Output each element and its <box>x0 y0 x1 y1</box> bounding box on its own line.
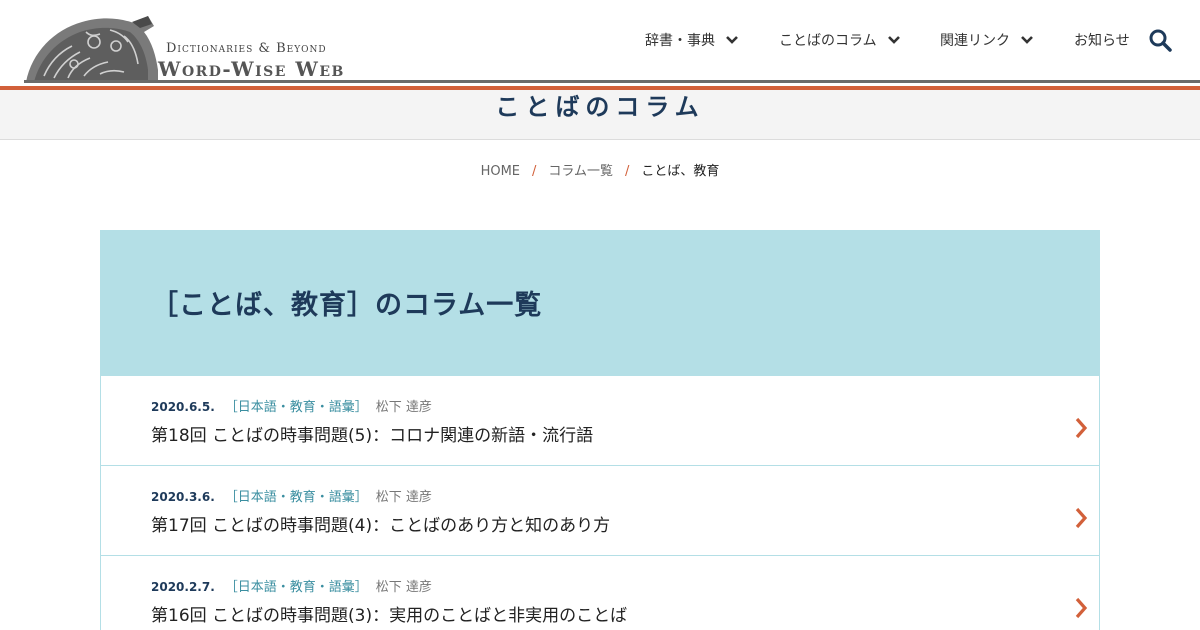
breadcrumb: HOME / コラム一覧 / ことば、教育 <box>0 160 1200 179</box>
nav-label: お知らせ <box>1074 33 1130 49</box>
breadcrumb-current: ことば、教育 <box>641 164 720 179</box>
chevron-right-icon[interactable] <box>1073 416 1089 440</box>
nav-label: 関連リンク <box>940 33 1010 49</box>
page-title-band: ことばのコラム <box>0 90 1200 140</box>
list-item-date: 2020.6.5. <box>151 400 215 414</box>
column-list-title: ［ことば、教育］のコラム一覧 <box>151 290 543 321</box>
chevron-down-icon <box>887 36 900 44</box>
column-list: ［ことば、教育］のコラム一覧 2020.6.5. ［日本語・教育・語彙］ 松下 達彦… <box>100 230 1100 630</box>
search-icon <box>1149 29 1172 52</box>
logo-emblem-icon <box>26 16 158 82</box>
list-item-title[interactable]: 第18回 ことばの時事問題(5)：コロナ関連の新語・流行語 <box>151 421 593 446</box>
list-item-category[interactable]: ［日本語・教育・語彙］ <box>225 490 368 505</box>
breadcrumb-column-list[interactable]: コラム一覧 <box>548 164 613 179</box>
list-item[interactable]: 2020.3.6. ［日本語・教育・語彙］ 松下 達彦 第17回 ことばの時事問題(… <box>101 466 1099 556</box>
nav-item-columns[interactable]: ことばのコラム <box>779 30 901 50</box>
list-item-category[interactable]: ［日本語・教育・語彙］ <box>225 400 368 415</box>
list-item-date: 2020.3.6. <box>151 490 215 504</box>
header-divider <box>24 80 1200 83</box>
column-list-header: ［ことば、教育］のコラム一覧 <box>101 231 1099 376</box>
list-item-author: 松下 達彦 <box>375 490 432 505</box>
nav-item-news[interactable]: お知らせ <box>1074 30 1130 50</box>
nav-item-dictionaries[interactable]: 辞書・事典 <box>645 30 739 50</box>
list-item-title[interactable]: 第17回 ことばの時事問題(4)：ことばのあり方と知のあり方 <box>151 511 610 536</box>
chevron-down-icon <box>726 36 738 44</box>
nav-label: 辞書・事典 <box>645 33 715 49</box>
list-item[interactable]: 2020.6.5. ［日本語・教育・語彙］ 松下 達彦 第18回 ことばの時事問題(… <box>101 376 1099 466</box>
site-header: Dictionaries & Beyond Word-Wise Web 辞書・事… <box>0 0 1200 92</box>
search-button[interactable] <box>1148 28 1172 52</box>
list-item-category[interactable]: ［日本語・教育・語彙］ <box>225 580 368 595</box>
list-item-title[interactable]: 第16回 ことばの時事問題(3)：実用のことばと非実用のことば <box>151 601 627 626</box>
chevron-right-icon[interactable] <box>1073 506 1089 530</box>
list-item-author: 松下 達彦 <box>375 400 432 415</box>
chevron-down-icon <box>1021 36 1033 44</box>
breadcrumb-separator: / <box>625 164 630 179</box>
site-logo[interactable]: Dictionaries & Beyond Word-Wise Web <box>24 10 364 84</box>
page-title: ことばのコラム <box>495 93 705 121</box>
list-item-meta: 2020.3.6. ［日本語・教育・語彙］ 松下 達彦 <box>151 486 432 505</box>
chevron-right-icon[interactable] <box>1073 596 1089 620</box>
breadcrumb-home[interactable]: HOME <box>481 164 520 179</box>
logo-title: Word-Wise Web <box>158 57 345 81</box>
list-item[interactable]: 2020.2.7. ［日本語・教育・語彙］ 松下 達彦 第16回 ことばの時事問題(… <box>101 556 1099 630</box>
logo-subtitle: Dictionaries & Beyond <box>166 41 327 56</box>
nav-label: ことばのコラム <box>779 33 877 49</box>
list-item-meta: 2020.2.7. ［日本語・教育・語彙］ 松下 達彦 <box>151 576 432 595</box>
breadcrumb-separator: / <box>532 164 537 179</box>
list-item-meta: 2020.6.5. ［日本語・教育・語彙］ 松下 達彦 <box>151 396 432 415</box>
nav-item-links[interactable]: 関連リンク <box>940 30 1034 50</box>
list-item-author: 松下 達彦 <box>375 580 432 595</box>
list-item-date: 2020.2.7. <box>151 580 215 594</box>
